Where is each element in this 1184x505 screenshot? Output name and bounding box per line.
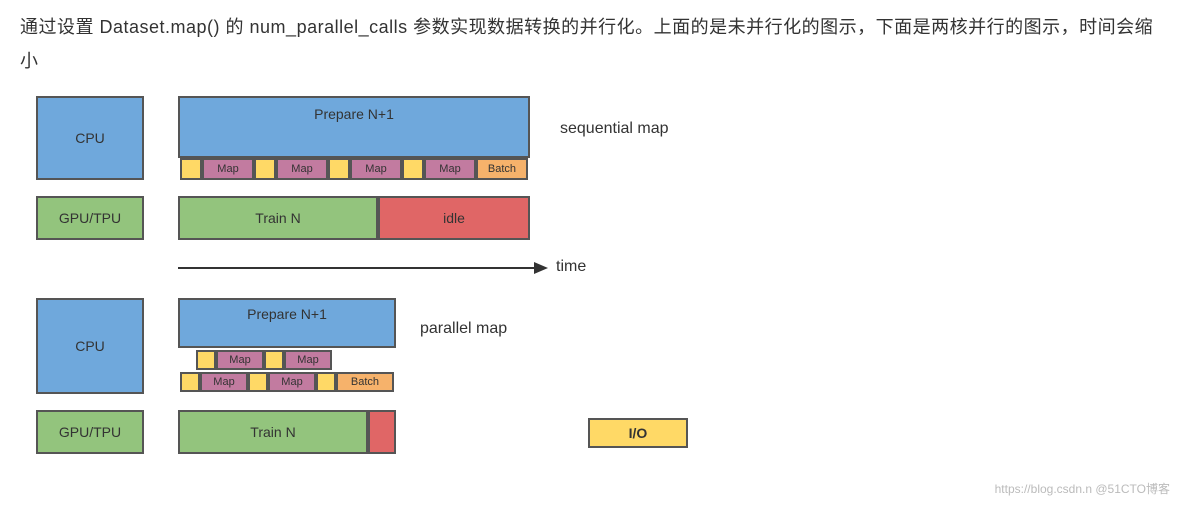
io-seq-3	[328, 158, 350, 180]
io-seq-2	[254, 158, 276, 180]
map-label: Map	[291, 163, 312, 175]
time-arrow-icon	[178, 256, 548, 280]
gpu-label-par: GPU/TPU	[59, 424, 121, 440]
batch-seq: Batch	[476, 158, 528, 180]
io-seq-4	[402, 158, 424, 180]
map-par-a1: Map	[216, 350, 264, 370]
map-label: Map	[217, 163, 238, 175]
map-label: Map	[365, 163, 386, 175]
gpu-label: GPU/TPU	[59, 210, 121, 226]
io-seq-1	[180, 158, 202, 180]
map-par-b2: Map	[268, 372, 316, 392]
train-label: Train N	[255, 210, 300, 226]
map-label: Map	[229, 354, 250, 366]
io-par-a1	[196, 350, 216, 370]
watermark: https://blog.csdn.n @51CTO博客	[995, 480, 1170, 497]
cpu-label-box-par: CPU	[36, 298, 144, 394]
map-seq-4: Map	[424, 158, 476, 180]
io-par-b1	[180, 372, 200, 392]
idle-box-par	[368, 410, 396, 454]
map-par-b1: Map	[200, 372, 248, 392]
gpu-label-box-seq: GPU/TPU	[36, 196, 144, 240]
idle-box-seq: idle	[378, 196, 530, 240]
prepare-label-par: Prepare N+1	[247, 306, 327, 322]
io-par-a2	[264, 350, 284, 370]
parallel-caption: parallel map	[420, 320, 507, 338]
sequential-caption: sequential map	[560, 120, 669, 138]
map-label: Map	[213, 376, 234, 388]
map-par-a2: Map	[284, 350, 332, 370]
map-seq-2: Map	[276, 158, 328, 180]
gpu-label-box-par: GPU/TPU	[36, 410, 144, 454]
idle-label: idle	[443, 210, 465, 226]
io-par-b2	[248, 372, 268, 392]
cpu-label-par: CPU	[75, 338, 105, 354]
map-seq-3: Map	[350, 158, 402, 180]
batch-label: Batch	[488, 163, 516, 175]
description-text: 通过设置 Dataset.map() 的 num_parallel_calls …	[20, 10, 1164, 78]
cpu-label: CPU	[75, 130, 105, 146]
prepare-box-par: Prepare N+1	[178, 298, 396, 348]
train-box-seq: Train N	[178, 196, 378, 240]
map-label: Map	[297, 354, 318, 366]
pipeline-diagram: CPU Prepare N+1 Map Map Map Map Batch se…	[20, 88, 1120, 488]
legend-io: I/O	[588, 418, 688, 448]
train-label-par: Train N	[250, 424, 295, 440]
batch-label: Batch	[351, 376, 379, 388]
legend-io-label: I/O	[629, 425, 648, 441]
time-label: time	[556, 258, 586, 276]
prepare-label-seq: Prepare N+1	[314, 106, 394, 122]
map-seq-1: Map	[202, 158, 254, 180]
train-box-par: Train N	[178, 410, 368, 454]
map-label: Map	[281, 376, 302, 388]
io-par-b3	[316, 372, 336, 392]
cpu-label-box-seq: CPU	[36, 96, 144, 180]
map-label: Map	[439, 163, 460, 175]
batch-par: Batch	[336, 372, 394, 392]
prepare-box-seq: Prepare N+1	[178, 96, 530, 158]
